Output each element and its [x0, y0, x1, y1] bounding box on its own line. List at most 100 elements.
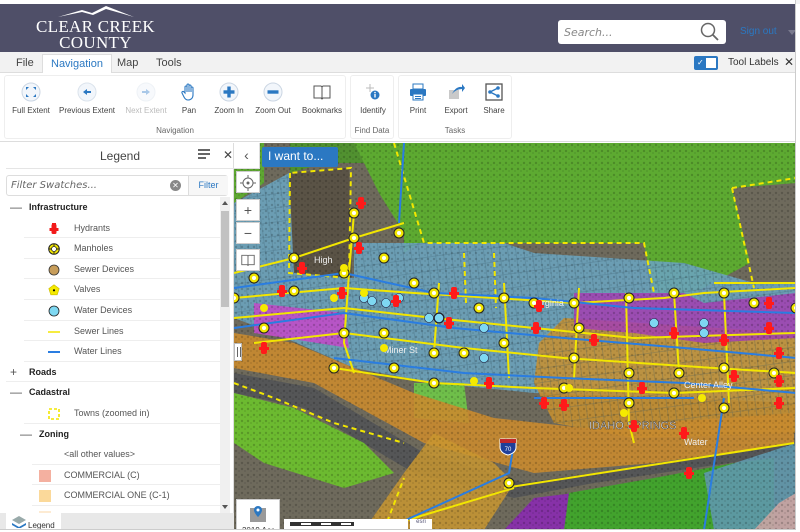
water-device-marker[interactable] — [649, 318, 659, 328]
collapse-icon[interactable]: — — [10, 385, 22, 399]
water-device-marker[interactable] — [424, 313, 434, 323]
close-ribbon-button[interactable]: ✕ — [784, 55, 794, 69]
scroll-up-icon[interactable] — [222, 201, 228, 205]
bookmarks-map-button[interactable] — [236, 249, 260, 271]
collapse-icon[interactable]: — — [20, 427, 32, 441]
group-title: Tasks — [444, 126, 466, 135]
expand-icon[interactable]: + — [10, 365, 17, 379]
tool-label: Next Extent — [125, 106, 167, 115]
valve-marker[interactable] — [330, 294, 338, 302]
hydrant-arm — [356, 202, 366, 205]
print-button[interactable]: Print — [403, 82, 433, 115]
locate-button[interactable] — [236, 171, 260, 193]
collapse-icon[interactable]: — — [10, 200, 22, 214]
toggle-knob — [706, 58, 716, 68]
hydrant-arm — [391, 300, 401, 303]
menu-icon[interactable] — [198, 149, 210, 159]
tab-tools[interactable]: Tools — [148, 54, 190, 74]
valve-marker[interactable] — [380, 344, 388, 352]
legend-list: — Infrastructure Hydrants Manholes Sewer… — [6, 197, 220, 513]
tab-navigation[interactable]: Navigation — [42, 54, 112, 74]
valve-marker[interactable] — [565, 384, 573, 392]
tool-label: Zoom Out — [255, 106, 291, 115]
valve-marker[interactable] — [698, 394, 706, 402]
group-label: Zoning — [39, 428, 69, 439]
next-extent-button[interactable]: Next Extent — [121, 82, 171, 115]
water-device-marker[interactable] — [367, 296, 377, 306]
manhole-center — [752, 301, 756, 305]
valve-marker[interactable] — [360, 289, 368, 297]
basemap-label: 2019 Aer — [237, 526, 279, 529]
zoom-out-map-button[interactable]: − — [236, 222, 260, 244]
tab-file[interactable]: File — [8, 54, 42, 74]
pan-button[interactable]: Pan — [175, 82, 203, 115]
previous-extent-button[interactable]: Previous Extent — [57, 82, 117, 115]
export-button[interactable]: Export — [439, 82, 473, 115]
valve-marker[interactable] — [340, 264, 348, 272]
book-icon — [313, 85, 331, 100]
manhole-center — [532, 301, 536, 305]
water-device-marker[interactable] — [434, 313, 444, 323]
manhole-center — [462, 351, 466, 355]
legend-tab[interactable]: Legend — [6, 513, 61, 529]
attribution-logo[interactable]: esri — [410, 519, 432, 529]
legend-group-cadastral[interactable]: — Cadastral — [6, 382, 220, 403]
manhole-center — [722, 291, 726, 295]
full-extent-button[interactable]: Full Extent — [9, 82, 53, 115]
legend-group-roads[interactable]: + Roads — [6, 362, 220, 383]
legend-group-zoning[interactable]: — Zoning — [16, 424, 220, 445]
valve-marker[interactable] — [260, 304, 268, 312]
sign-out-link[interactable]: Sign out — [740, 26, 777, 37]
legend-scrollbar[interactable] — [220, 197, 230, 513]
county-logo[interactable]: CLEAR CREEK COUNTY COLORADO — [8, 6, 183, 63]
water-device-marker[interactable] — [381, 298, 391, 308]
map-canvas[interactable]: 70 IDAHO SPRINGS Water Center Alley Mine… — [234, 143, 796, 530]
group-title: Find Data — [354, 126, 390, 135]
search-input[interactable] — [558, 20, 693, 44]
identify-button[interactable]: Identify — [353, 82, 393, 115]
tab-map[interactable]: Map — [109, 54, 146, 74]
ribbon-group-find-data: Identify Find Data — [350, 75, 394, 139]
ribbon-tabs: File Navigation Map Tools ✓ Tool Labels … — [0, 52, 795, 74]
filter-swatches-input[interactable] — [7, 176, 167, 195]
legend-item-label: Sewer Devices — [74, 263, 135, 274]
legend-panel: Legend ✕ ✕ Filter — Infrastructure Hydra… — [0, 143, 234, 529]
manhole-center — [477, 306, 481, 310]
hydrant-arm — [629, 425, 639, 428]
legend-item-label: Sewer Lines — [74, 325, 124, 336]
header-bar: CLEAR CREEK COUNTY COLORADO Sign out — [0, 4, 795, 63]
zoom-in-map-button[interactable]: + — [236, 199, 260, 221]
legend-group-infrastructure[interactable]: — Infrastructure — [6, 197, 220, 218]
tool-labels-toggle[interactable]: ✓ — [694, 56, 718, 70]
valve-marker[interactable] — [470, 377, 478, 385]
valve-marker[interactable] — [620, 409, 628, 417]
scroll-thumb[interactable] — [221, 211, 229, 307]
hydrant-arm — [669, 332, 679, 335]
basemap-button[interactable]: 2019 Aer — [236, 499, 280, 529]
hydrant-arm — [637, 387, 647, 390]
water-device-marker[interactable] — [479, 353, 489, 363]
share-button[interactable]: Share — [479, 82, 509, 115]
water-device-marker[interactable] — [479, 323, 489, 333]
zoom-out-button[interactable]: Zoom Out — [253, 82, 293, 115]
water-device-marker[interactable] — [699, 328, 709, 338]
clear-filter-icon[interactable]: ✕ — [170, 180, 181, 191]
scroll-down-icon[interactable] — [222, 505, 228, 509]
bookmarks-button[interactable]: Bookmarks — [301, 82, 343, 115]
water-device-marker[interactable] — [699, 318, 709, 328]
legend-item: Water Lines — [24, 341, 220, 362]
chevron-down-icon[interactable] — [788, 30, 795, 35]
tool-label: Pan — [181, 106, 197, 115]
hydrant-arm — [764, 302, 774, 305]
close-legend-button[interactable]: ✕ — [223, 148, 233, 162]
panel-resize-handle[interactable] — [234, 343, 242, 361]
group-label: Cadastral — [29, 387, 71, 398]
plus-circle-icon — [219, 82, 239, 102]
i-want-to-button[interactable]: I want to... — [262, 147, 338, 167]
map-view[interactable]: 70 IDAHO SPRINGS Water Center Alley Mine… — [234, 143, 796, 530]
filter-button[interactable]: Filter — [188, 176, 228, 195]
legend-item: COMMERCIAL ONE (C-1) — [32, 485, 220, 506]
zoom-in-button[interactable]: Zoom In — [211, 82, 247, 115]
search-icon[interactable] — [700, 22, 720, 42]
collapse-panel-button[interactable]: ‹ — [234, 143, 260, 169]
